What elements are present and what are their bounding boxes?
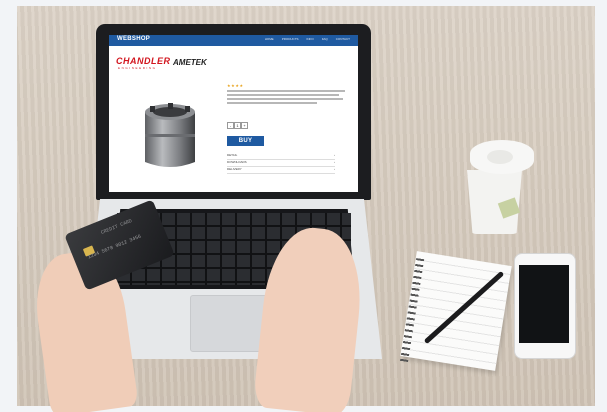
buy-button[interactable]: BUY: [227, 136, 264, 146]
nav-link-home[interactable]: HOME: [265, 37, 274, 41]
nav-links: HOME PRODUCTS INFO FAQ CONTACT: [265, 37, 350, 41]
qty-minus-button[interactable]: -: [227, 122, 234, 129]
product-description: [227, 90, 345, 106]
qty-value[interactable]: 1: [234, 122, 241, 129]
spec-row-delivery[interactable]: DELIVERY ›: [227, 167, 335, 174]
chandler-logo: CHANDLER: [116, 56, 171, 66]
chevron-right-icon: ›: [334, 167, 335, 171]
product-image: [145, 103, 195, 167]
nav-link-info[interactable]: INFO: [307, 37, 314, 41]
rating-stars: ★★★★: [227, 83, 244, 88]
qty-plus-button[interactable]: +: [241, 122, 248, 129]
nav-link-contact[interactable]: CONTACT: [336, 37, 350, 41]
webshop-brand[interactable]: WEBSHOP: [117, 36, 150, 42]
laptop-screen: WEBSHOP HOME PRODUCTS INFO FAQ CONTACT C…: [109, 35, 358, 192]
nav-link-faq[interactable]: FAQ: [322, 37, 328, 41]
chevron-right-icon: ›: [334, 160, 335, 164]
webshop-navbar: WEBSHOP HOME PRODUCTS INFO FAQ CONTACT: [109, 35, 358, 46]
chandler-engineering-text: ENGINEERING: [118, 66, 157, 70]
product-specs: DETAIL › DOWNLOADS › DELIVERY ›: [227, 153, 335, 174]
quantity-stepper[interactable]: - 1 +: [227, 122, 248, 129]
spec-label: DOWNLOADS: [227, 160, 247, 164]
nav-link-products[interactable]: PRODUCTS: [282, 37, 299, 41]
spec-row-detail[interactable]: DETAIL ›: [227, 153, 335, 160]
chevron-right-icon: ›: [334, 153, 335, 157]
photo-scene: WEBSHOP HOME PRODUCTS INFO FAQ CONTACT C…: [0, 0, 607, 412]
coffee-cup-opening: [487, 150, 513, 164]
spec-label: DELIVERY: [227, 167, 242, 171]
spec-label: DETAIL: [227, 153, 238, 157]
ametek-logo: AMETEK: [173, 58, 207, 67]
spec-row-downloads[interactable]: DOWNLOADS ›: [227, 160, 335, 167]
smartphone-screen: [519, 265, 569, 343]
